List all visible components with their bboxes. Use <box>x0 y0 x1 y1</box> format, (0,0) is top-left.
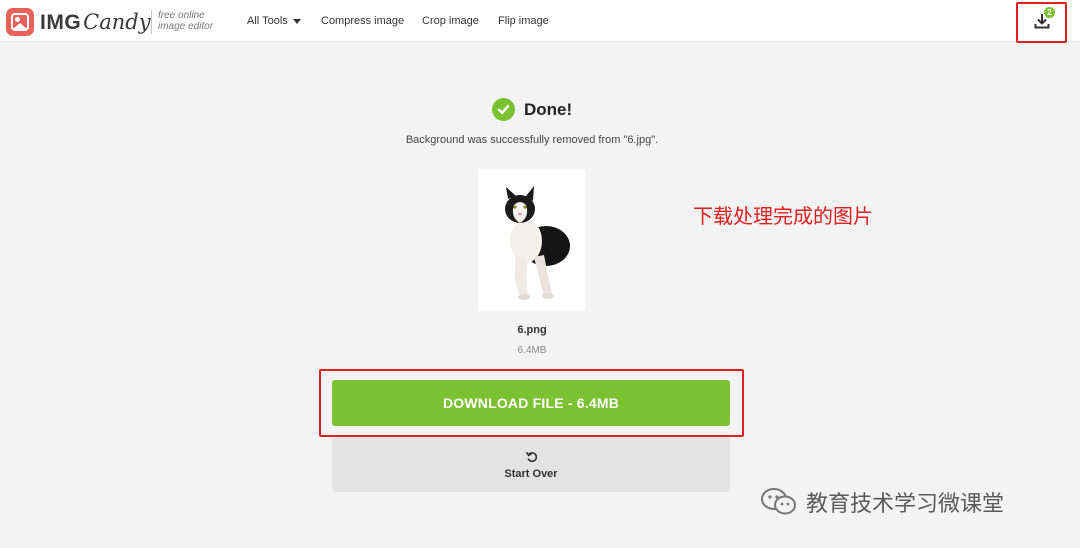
download-file-button[interactable]: DOWNLOAD FILE - 6.4MB <box>332 380 730 426</box>
logo-wordmark: IMG Candy <box>40 10 151 35</box>
caret-down-icon <box>292 18 301 24</box>
file-name: 6.png <box>517 324 547 336</box>
file-size: 6.4MB <box>517 345 547 356</box>
nav-all-tools-label: All Tools <box>247 15 288 27</box>
done-heading: Done! <box>492 98 572 121</box>
downloads-button[interactable]: 2 <box>1027 6 1057 36</box>
start-over-button[interactable]: Start Over <box>332 437 730 492</box>
result-preview-image <box>478 169 585 311</box>
logo-icon <box>6 8 34 36</box>
nav-compress-image[interactable]: Compress image <box>321 0 404 42</box>
wechat-watermark: 教育技术学习微课堂 <box>760 486 1004 518</box>
tagline: free online image editor <box>151 10 221 34</box>
start-over-label: Start Over <box>504 467 558 480</box>
check-circle-icon <box>492 98 515 121</box>
done-title: Done! <box>524 99 573 119</box>
nav-crop-image[interactable]: Crop image <box>422 0 479 42</box>
imgcandy-logo[interactable]: IMG Candy <box>6 8 151 36</box>
annotation-text: 下载处理完成的图片 <box>693 204 873 228</box>
watermark-text: 教育技术学习微课堂 <box>806 492 1005 517</box>
nav-all-tools[interactable]: All Tools <box>247 0 301 42</box>
done-message: Background was successfully removed from… <box>405 134 659 146</box>
tagline-line-1: free online <box>158 10 205 21</box>
nav-flip-image[interactable]: Flip image <box>498 0 549 42</box>
undo-icon <box>525 451 537 462</box>
logo-img-text: IMG <box>40 10 82 34</box>
logo-candy-text: Candy <box>83 9 151 34</box>
top-header: IMG Candy free online image editor All T… <box>0 0 1080 42</box>
wechat-icon <box>761 488 796 515</box>
downloads-count-badge: 2 <box>1044 7 1055 18</box>
tagline-line-2: image editor <box>158 21 214 32</box>
cat-image <box>505 186 570 300</box>
